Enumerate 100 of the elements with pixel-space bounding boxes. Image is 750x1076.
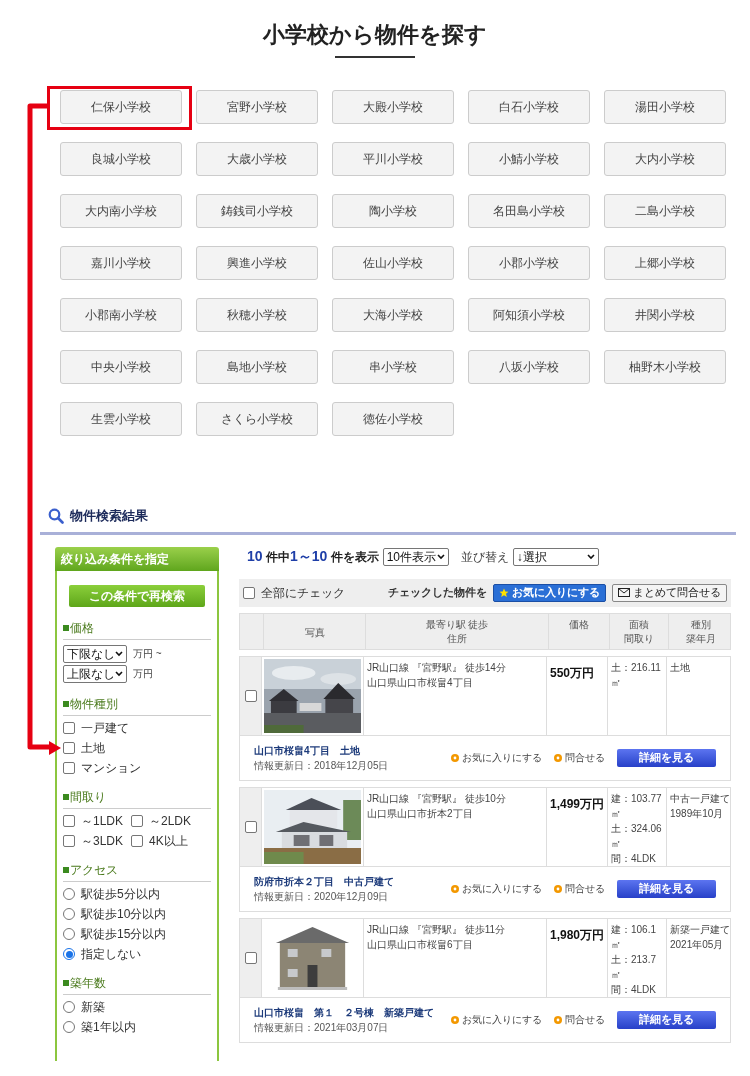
school-button[interactable]: 徳佐小学校 [332, 402, 454, 436]
school-button[interactable]: 湯田小学校 [604, 90, 726, 124]
school-button[interactable]: 二島小学校 [604, 194, 726, 228]
school-button[interactable]: 大海小学校 [332, 298, 454, 332]
radio-label: 駅徒歩15分以内 [81, 926, 167, 942]
school-button[interactable]: 大内南小学校 [60, 194, 182, 228]
bullet-icon [554, 1015, 562, 1024]
favorite-link[interactable]: お気に入りにする [451, 881, 542, 896]
school-button[interactable]: 井関小学校 [604, 298, 726, 332]
listing-title[interactable]: 山口市桜畠 第１ ２号棟 新築戸建て [254, 1004, 434, 1020]
school-button[interactable]: 大歳小学校 [196, 142, 318, 176]
price-text: 550万円 [550, 665, 595, 680]
inquiry-link[interactable]: 問合せる [554, 750, 605, 765]
school-button[interactable]: 良城小学校 [60, 142, 182, 176]
school-button[interactable]: 鋳銭司小学校 [196, 194, 318, 228]
checkbox[interactable] [244, 820, 257, 833]
favorite-button[interactable]: お気に入りにする [493, 583, 606, 602]
bulk-inquiry-button[interactable]: まとめて問合せる [612, 583, 727, 602]
bullet-icon [451, 753, 459, 762]
school-button[interactable]: 串小学校 [332, 350, 454, 384]
school-button[interactable]: 大殿小学校 [332, 90, 454, 124]
school-button[interactable]: 名田島小学校 [468, 194, 590, 228]
checkbox[interactable] [131, 815, 143, 827]
school-button[interactable]: 平川小学校 [332, 142, 454, 176]
radio-label: 指定しない [81, 946, 141, 962]
page-title: 小学校から物件を探す [263, 21, 487, 49]
column-header: 価格 [569, 617, 589, 632]
checkbox[interactable] [63, 835, 75, 847]
school-button[interactable]: 陶小学校 [332, 194, 454, 228]
checkbox-label: 一戸建て [81, 720, 129, 736]
checkbox[interactable] [63, 762, 75, 774]
inquiry-link[interactable]: 問合せる [554, 1012, 605, 1027]
school-button[interactable]: 嘉川小学校 [60, 246, 182, 280]
favorite-link[interactable]: お気に入りにする [451, 750, 542, 765]
chevron-down-icon [436, 553, 445, 560]
school-button[interactable]: 仁保小学校 [60, 90, 182, 124]
filter-label: アクセス [70, 861, 118, 879]
checkbox[interactable] [244, 951, 257, 964]
square-bullet-icon [63, 700, 69, 707]
school-button[interactable]: 上郷小学校 [604, 246, 726, 280]
price-text: 1,499万円 [550, 796, 605, 811]
checkbox[interactable] [63, 815, 75, 827]
updated-date: 情報更新日：2021年03月07日 [254, 1020, 390, 1035]
dropdown[interactable]: 10件表示 [382, 547, 449, 566]
listing-title[interactable]: 防府市折本２丁目 中古戸建て [254, 873, 394, 889]
unit-label: 万円 [133, 667, 153, 681]
details-button[interactable]: 詳細を見る [617, 748, 716, 767]
school-button[interactable]: 八坂小学校 [468, 350, 590, 384]
section-heading: 物件検索結果 [70, 507, 148, 525]
area-text: 土：213.7㎡ [611, 952, 658, 982]
dropdown[interactable]: 上限なし [63, 664, 127, 683]
area-text: 建：103.77㎡ [611, 791, 663, 821]
checkbox[interactable] [243, 586, 255, 599]
checkbox-label: ～3LDK [81, 833, 124, 849]
area-text: 間：4LDK [611, 851, 657, 866]
inquiry-link[interactable]: 問合せる [554, 881, 605, 896]
star-icon [499, 587, 509, 598]
dropdown[interactable]: ↓選択 [512, 547, 599, 566]
details-button[interactable]: 詳細を見る [617, 879, 716, 898]
school-button[interactable]: 興進小学校 [196, 246, 318, 280]
filter-label: 価格 [70, 619, 94, 637]
favorite-link[interactable]: お気に入りにする [451, 1012, 542, 1027]
area-text: 土：216.11㎡ [611, 660, 662, 690]
filter-header: 絞り込み条件を指定 [55, 546, 219, 571]
checkbox[interactable] [63, 722, 75, 734]
column-header: 築年月 [685, 631, 716, 646]
dropdown[interactable]: 下限なし [63, 644, 127, 663]
school-button[interactable]: 生雲小学校 [60, 402, 182, 436]
envelope-icon [618, 588, 630, 597]
school-button[interactable]: 島地小学校 [196, 350, 318, 384]
chevron-down-icon [115, 670, 123, 677]
checkbox[interactable] [244, 689, 257, 702]
listing-title[interactable]: 山口市桜畠4丁目 土地 [254, 742, 389, 758]
address-text: 山口県山口市桜畠6丁目 [367, 937, 474, 952]
radio-label: 築1年以内 [81, 1019, 136, 1035]
school-button[interactable]: 阿知須小学校 [468, 298, 590, 332]
school-button[interactable]: 小郡小学校 [468, 246, 590, 280]
school-button[interactable]: 宮野小学校 [196, 90, 318, 124]
square-bullet-icon [63, 979, 69, 986]
details-button[interactable]: 詳細を見る [617, 1010, 716, 1029]
checkbox[interactable] [63, 742, 75, 754]
school-button[interactable]: 小郡南小学校 [60, 298, 182, 332]
radio-label: 駅徒歩5分以内 [81, 886, 160, 902]
school-button[interactable]: 小鯖小学校 [468, 142, 590, 176]
column-header: 間取り [624, 631, 654, 646]
updated-date: 情報更新日：2018年12月05日 [254, 758, 389, 773]
school-button[interactable]: 中央小学校 [60, 350, 182, 384]
school-button[interactable]: 秋穂小学校 [196, 298, 318, 332]
station-text: JR山口線 『宮野駅』 徒歩14分 [367, 660, 507, 675]
school-button[interactable]: 佐山小学校 [332, 246, 454, 280]
school-button[interactable]: 白石小学校 [468, 90, 590, 124]
school-button[interactable]: 大内小学校 [604, 142, 726, 176]
chevron-down-icon [586, 553, 595, 560]
price-text: 1,980万円 [550, 927, 605, 942]
updated-date: 情報更新日：2020年12月09日 [254, 889, 390, 904]
checkbox[interactable] [131, 835, 143, 847]
column-header: 写真 [304, 626, 325, 640]
school-button[interactable]: 柚野木小学校 [604, 350, 726, 384]
school-button[interactable]: さくら小学校 [196, 402, 318, 436]
checkbox-label: マンション [81, 760, 141, 776]
